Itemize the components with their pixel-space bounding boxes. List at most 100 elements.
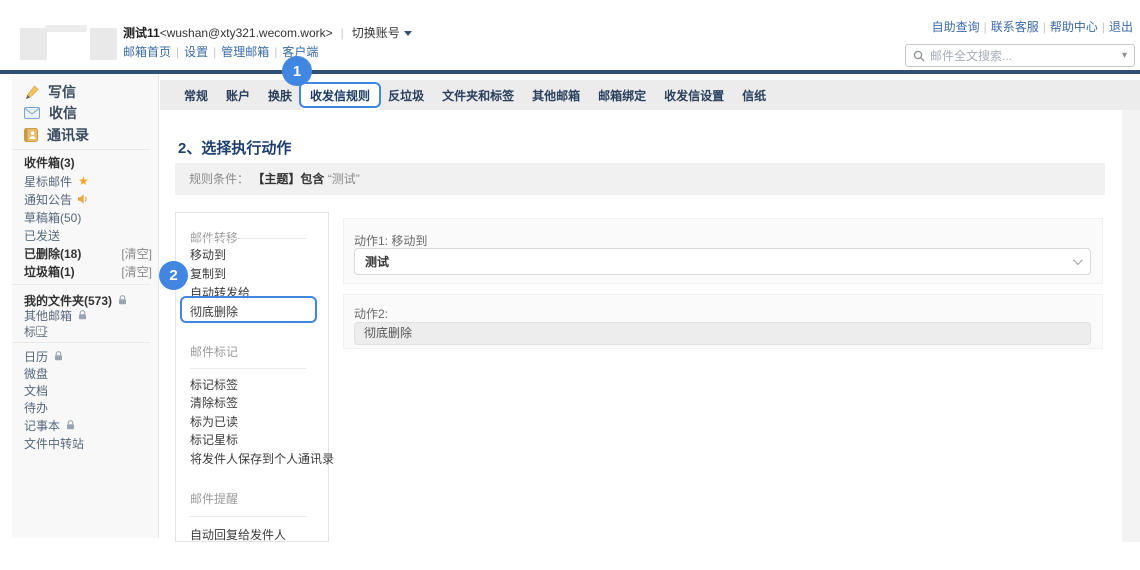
sidebar-item-announcements[interactable]: 通知公告 [24,191,152,207]
compose-label: 写信 [48,84,76,100]
group-header-mail-mark: 邮件标记 [190,345,239,359]
sidebar-item-spam[interactable]: 垃圾箱(1) [清空] [24,263,152,279]
action-save-sender-to-contacts[interactable]: 将发件人保存到个人通讯录 [190,450,334,466]
action1-selected-value: 测试 [365,255,390,269]
account-name: 测试11 [123,26,160,40]
switch-account-link[interactable]: 切换账号 [352,26,400,40]
sidebar-item-notes[interactable]: 记事本 [24,417,152,433]
action2-label: 动作2: [354,307,389,321]
empty-deleted-link[interactable]: [清空] [121,245,152,262]
rule-condition-field: 【主题】包含 [252,172,325,186]
sidebar-contacts-button[interactable]: 通讯录 [24,125,152,145]
group-separator [190,238,306,239]
tab-stationery[interactable]: 信纸 [733,80,775,110]
action-type-list: 邮件转移 移动到 复制到 自动转发给 彻底删除 邮件标记 标记标签 清除标签 标… [175,212,334,542]
mail-icon [24,107,40,119]
lock-icon [67,420,75,430]
lock-icon [55,351,63,361]
settings-tab-bar: 常规 账户 换肤 收发信规则 反垃圾 文件夹和标签 其他邮箱 邮箱绑定 收发信设… [160,80,1140,110]
action2-value-field: 彻底删除 [354,322,1091,345]
chevron-down-icon [403,31,412,36]
header-quick-links: 自助查询 | 联系客服 | 帮助中心 | 退出 [931,20,1133,34]
lock-icon [119,295,127,305]
receive-label: 收信 [49,105,77,121]
empty-spam-link[interactable]: [清空] [121,263,152,280]
chevron-down-icon [1072,255,1083,266]
redacted-logo-text [45,25,87,32]
sidebar-item-inbox[interactable]: 收件箱(3) [24,154,152,170]
sidebar-item-todo[interactable]: 待办 [24,399,152,415]
section-title: 2、选择执行动作 [178,140,292,157]
sidebar-item-starred[interactable]: 星标邮件 ★ [24,173,152,189]
sidebar-compose-button[interactable]: 写信 [24,82,152,102]
page-gutter [1122,110,1140,542]
link-logout[interactable]: 退出 [1109,20,1133,34]
action-auto-reply-sender[interactable]: 自动回复给发件人 [190,526,320,542]
search-options-caret-icon[interactable]: ▾ [1122,50,1127,61]
tab-mailbox-binding[interactable]: 邮箱绑定 [589,80,655,110]
sidebar-item-weidisk[interactable]: 微盘 [24,365,152,381]
link-self-service[interactable]: 自助查询 [932,20,980,34]
sidebar-inbox-button[interactable]: 收信 [24,103,152,123]
header-accent-bar [0,70,1140,74]
link-contact-support[interactable]: 联系客服 [991,20,1039,34]
tab-folders-labels[interactable]: 文件夹和标签 [433,80,523,110]
action-auto-forward[interactable]: 自动转发给 [190,284,320,300]
action-mark-label[interactable]: 标记标签 [190,376,320,392]
action-move-to[interactable]: 移动到 [190,246,320,262]
tab-general[interactable]: 常规 [175,80,217,110]
sidebar-item-drafts[interactable]: 草稿箱(50) [24,209,152,225]
action-clear-label[interactable]: 清除标签 [190,394,320,410]
sidebar-item-docs[interactable]: 文档 [24,382,152,398]
annotation-step-2: 2 [159,261,188,290]
rule-condition-value: “测试” [327,172,360,186]
search-input[interactable] [930,48,1122,63]
speaker-icon [78,194,87,204]
sidebar-item-other-mailbox[interactable]: 其他邮箱 [24,307,152,323]
tab-send-receive-settings[interactable]: 收发信设置 [655,80,733,110]
tab-antispam[interactable]: 反垃圾 [379,80,433,110]
group-separator [190,368,306,369]
nav-link-mail-home[interactable]: 邮箱首页 [123,45,171,59]
sidebar-separator [12,149,150,150]
nav-link-settings[interactable]: 设置 [184,45,208,59]
tab-mail-rules[interactable]: 收发信规则 [299,80,382,110]
webmail-settings-page: 测试11<wushan@xty321.wecom.work> | 切换账号 邮箱首页… [0,0,1140,570]
sidebar-divider [158,74,159,538]
action1-label: 动作1: 移动到 [354,234,428,248]
annotation-step-1: 1 [282,56,312,86]
tab-account[interactable]: 账户 [217,80,259,110]
sidebar-item-sent[interactable]: 已发送 [24,227,152,243]
action-copy-to[interactable]: 复制到 [190,265,320,281]
sidebar-item-deleted[interactable]: 已删除(18) [清空] [24,245,152,261]
pencil-icon [25,84,39,99]
sidebar-separator [12,342,150,343]
rule-condition-bar: 规则条件： 【主题】包含 “测试” [175,163,1105,195]
sidebar-item-labels[interactable]: +标签 [24,323,152,339]
nav-link-manage-mailbox[interactable]: 管理邮箱 [221,45,269,59]
sidebar-separator [12,284,150,285]
action2-panel: 动作2: 彻底删除 [343,294,1103,349]
group-separator [190,516,306,517]
account-email: <wushan@xty321.wecom.work> [159,26,333,40]
action-mark-star[interactable]: 标记星标 [190,431,320,447]
logo-placeholder-2 [90,28,117,60]
tab-other-mailbox[interactable]: 其他邮箱 [523,80,589,110]
group-header-mail-remind: 邮件提醒 [190,492,239,506]
action-mark-read[interactable]: 标为已读 [190,413,320,429]
logo-placeholder [20,28,47,60]
contacts-label: 通讯录 [47,127,89,143]
action-delete-completely[interactable]: 彻底删除 [190,303,320,319]
sidebar-item-file-transfer[interactable]: 文件中转站 [24,435,152,451]
search-icon [913,50,925,61]
mail-search-box[interactable]: ▾ [905,44,1135,67]
action1-panel: 动作1: 移动到 测试 [343,218,1103,284]
account-info: 测试11<wushan@xty321.wecom.work> | 切换账号 [123,24,412,41]
sidebar-item-calendar[interactable]: 日历 [24,348,152,364]
lock-icon [79,310,87,320]
link-help-center[interactable]: 帮助中心 [1050,20,1098,34]
contacts-icon [24,128,38,142]
star-icon: ★ [78,174,89,188]
action1-folder-select[interactable]: 测试 [354,248,1091,275]
expand-labels-icon[interactable]: + [36,326,45,335]
